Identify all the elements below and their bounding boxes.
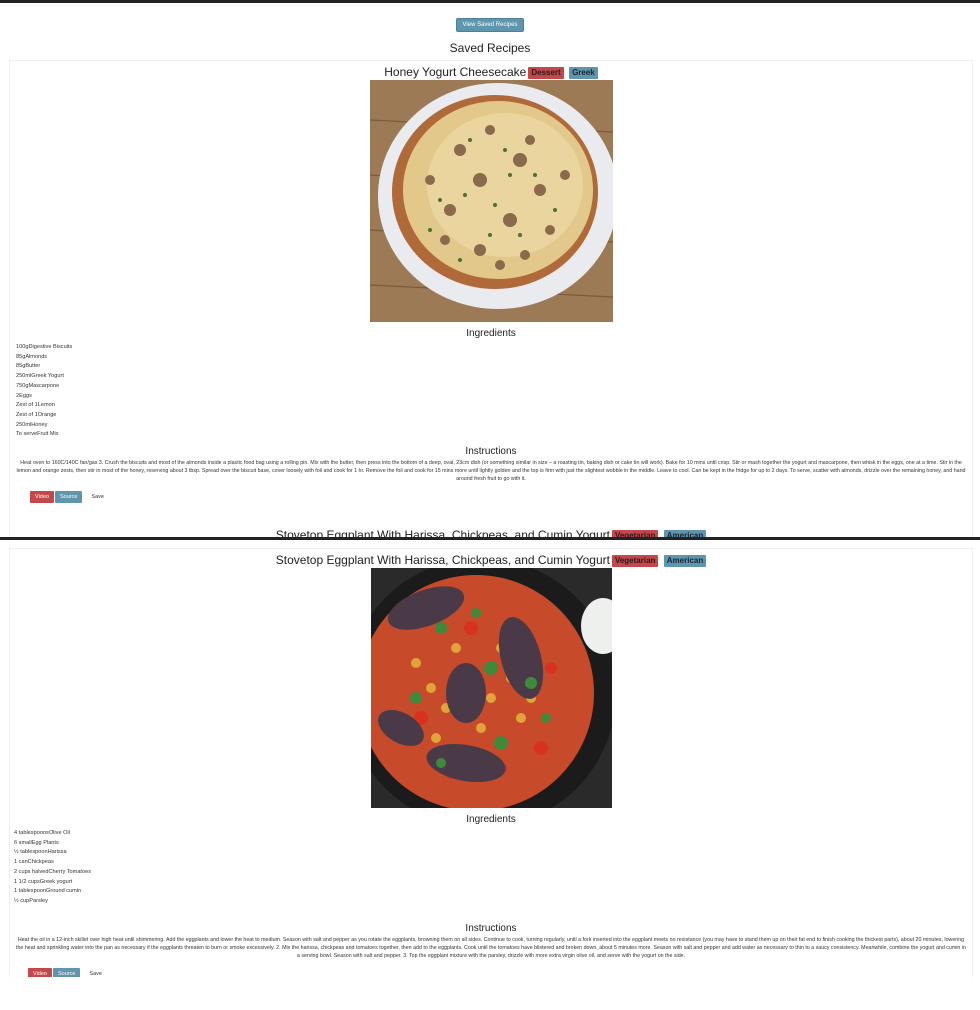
ingredient-item: 85gAlmonds: [16, 353, 48, 360]
cheesecake-image: [369, 80, 613, 322]
recipe-title: Stovetop Eggplant With Harissa, Chickpea…: [275, 553, 610, 567]
recipe-header: Stovetop Eggplant With Harissa, Chickpea…: [10, 549, 972, 567]
ingredient-item: 250mlGreek Yogurt: [16, 373, 64, 380]
ingredient-item: To serveFruit Mix: [16, 431, 59, 438]
ingredient-item: 4 tablespoonsOlive Oil: [14, 830, 70, 836]
ingredients-heading: Ingredients: [466, 328, 516, 339]
ingredient-item: 1 canChickpeas: [14, 859, 54, 866]
cuisine-badge: Greek: [569, 67, 598, 79]
ingredients-list: 100gDigestive Biscuits 85gAlmonds 85gBut…: [16, 343, 972, 440]
cuisine-badge: American: [663, 555, 707, 567]
ingredients-heading: Ingredients: [466, 814, 516, 825]
video-button[interactable]: Video: [28, 967, 52, 977]
top-bar: View Saved Recipes: [0, 3, 980, 32]
view-saved-recipes-button[interactable]: View Saved Recipes: [455, 18, 525, 32]
instructions-heading: Instructions: [465, 446, 517, 458]
ingredient-item: ½ tablespoonHarissa: [14, 849, 67, 856]
cuisine-badge: American: [663, 530, 707, 537]
ingredient-item: 2 cups halvedCherry Tomatoes: [14, 868, 92, 875]
source-button[interactable]: Source: [52, 967, 81, 977]
recipe-photo: [370, 568, 612, 808]
video-button[interactable]: Video: [30, 491, 54, 504]
screenshot-bottom: Stovetop Eggplant With Harissa, Chickpea…: [0, 537, 980, 977]
ingredient-item: 750gMascarpone: [16, 382, 60, 389]
recipe-title: Stovetop Eggplant With Harissa, Chickpea…: [275, 528, 610, 537]
recipe-card: Stovetop Eggplant With Harissa, Chickpea…: [9, 548, 973, 977]
ingredient-item: Zest of 1Lemon: [16, 402, 55, 409]
instructions-text: Heat the oil in a 12-inch skillet over h…: [16, 936, 966, 959]
category-badge: Dessert: [528, 67, 564, 79]
ingredient-item: 100gDigestive Biscuits: [16, 344, 73, 350]
recipe-header: Honey Yogurt Cheesecake Dessert Greek: [10, 61, 972, 79]
ingredient-item: 250mlHoney: [16, 421, 48, 428]
save-button[interactable]: Save: [85, 490, 110, 505]
ingredient-item: 1 1/2 cupsGreek yogurt: [14, 878, 73, 885]
category-badge: Vegetarian: [611, 530, 659, 537]
ingredient-item: ½ cupParsley: [14, 897, 48, 904]
next-recipe-header: Stovetop Eggplant With Harissa, Chickpea…: [10, 528, 972, 537]
screenshot-top: View Saved Recipes Saved Recipes Honey Y…: [0, 0, 980, 537]
recipe-actions: Video Source Save: [28, 966, 972, 977]
ingredient-item: 2Eggs: [16, 392, 32, 399]
ingredient-item: 6 smallEgg Plants: [14, 839, 59, 846]
page-title: Saved Recipes: [449, 41, 531, 55]
eggplant-image: [370, 568, 612, 808]
ingredient-item: 85gButter: [16, 363, 41, 370]
recipe-title: Honey Yogurt Cheesecake: [384, 65, 527, 79]
ingredient-item: Zest of 1Orange: [16, 411, 57, 418]
instructions-heading: Instructions: [465, 922, 517, 934]
source-button[interactable]: Source: [54, 491, 83, 504]
ingredient-item: 1 tablespoonGround cumin: [14, 888, 82, 895]
recipe-photo: [369, 80, 613, 322]
recipe-card: Honey Yogurt Cheesecake Dessert Greek In…: [9, 60, 973, 537]
category-badge: Vegetarian: [611, 555, 659, 567]
ingredients-list: 4 tablespoonsOlive Oil 6 smallEgg Plants…: [14, 829, 972, 907]
recipe-actions: Video Source Save: [30, 490, 972, 505]
save-button[interactable]: Save: [83, 966, 108, 977]
instructions-text: Heat oven to 160C/140C fan/gas 3. Crush …: [16, 460, 966, 483]
